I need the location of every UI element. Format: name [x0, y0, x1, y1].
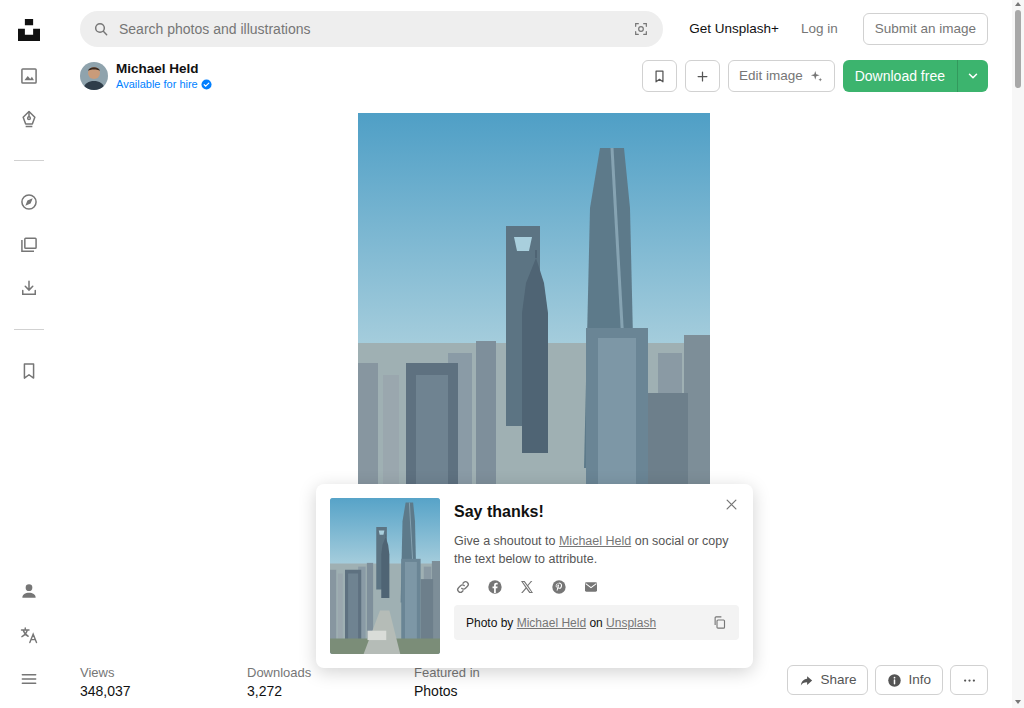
facebook-icon[interactable] — [487, 579, 503, 595]
author-name[interactable]: Michael Held — [116, 61, 212, 77]
stat-label: Views — [80, 665, 247, 681]
bookmark-icon[interactable] — [0, 349, 58, 392]
account-icon[interactable] — [0, 569, 58, 613]
info-label[interactable]: Info — [908, 670, 931, 690]
download-button[interactable]: Download free — [843, 60, 988, 92]
stat-item: Views348,037 — [80, 665, 247, 701]
photo-actions: Edit image Download free — [642, 60, 988, 92]
pinterest-icon[interactable] — [551, 579, 567, 595]
copy-icon[interactable] — [712, 615, 727, 630]
social-share-row — [454, 579, 739, 595]
attribution-box: Photo by Michael Held on Unsplash — [454, 605, 739, 640]
download-label[interactable]: Download free — [843, 60, 957, 92]
author-link[interactable]: Michael Held — [559, 534, 631, 548]
bookmark-icon — [652, 69, 667, 84]
email-icon[interactable] — [583, 579, 599, 595]
download-options-button[interactable] — [957, 60, 988, 92]
downloads-icon[interactable] — [0, 266, 58, 309]
share-label[interactable]: Share — [820, 670, 856, 690]
share-button[interactable]: Share — [787, 665, 868, 695]
visual-search-icon[interactable] — [633, 21, 649, 37]
x-icon[interactable] — [519, 579, 535, 595]
bookmark-button[interactable] — [642, 60, 677, 92]
sidebar — [0, 0, 58, 708]
author-avatar[interactable] — [80, 62, 108, 90]
stat-item: Featured inPhotos — [414, 665, 581, 701]
hire-status[interactable]: Available for hire — [116, 77, 212, 91]
info-button[interactable]: Info — [875, 665, 943, 695]
scroll-down-icon[interactable] — [1014, 699, 1022, 705]
thanks-text: Give a shoutout to Michael Held on socia… — [454, 532, 739, 568]
attribution-text: Photo by Michael Held on Unsplash — [466, 614, 712, 632]
footer-actions: Share Info — [787, 665, 988, 695]
sparkle-icon — [809, 69, 824, 84]
stat-value: 348,037 — [80, 681, 247, 701]
edit-image-label[interactable]: Edit image — [739, 66, 803, 86]
top-bar: Get Unsplash+ Log in Submit an image — [80, 0, 988, 58]
close-icon — [724, 497, 739, 512]
more-button[interactable] — [950, 665, 988, 695]
collections-icon[interactable] — [0, 223, 58, 266]
login-link[interactable]: Log in — [801, 19, 838, 39]
thanks-title: Say thanks! — [454, 502, 739, 522]
explore-icon[interactable] — [0, 180, 58, 223]
info-icon — [887, 673, 902, 688]
search-bar[interactable] — [80, 11, 663, 47]
link-icon[interactable] — [455, 579, 471, 595]
attribution-middle: on — [586, 616, 606, 630]
stats-list: Views348,037Downloads3,272Featured inPho… — [80, 665, 581, 701]
scrollbar[interactable] — [1012, 0, 1024, 708]
stat-value[interactable]: Photos — [414, 681, 581, 701]
edit-image-button[interactable]: Edit image — [728, 60, 835, 92]
author-info: Michael Held Available for hire — [116, 61, 212, 91]
search-icon[interactable] — [93, 21, 109, 37]
chevron-down-icon — [966, 69, 980, 83]
thanks-popup: Say thanks! Give a shoutout to Michael H… — [316, 484, 753, 668]
submit-image-button[interactable]: Submit an image — [863, 13, 988, 45]
add-to-collection-button[interactable] — [685, 60, 720, 92]
close-button[interactable] — [721, 494, 741, 514]
author-row: Michael Held Available for hire Edit ima… — [80, 58, 988, 94]
scroll-up-icon[interactable] — [1014, 1, 1022, 7]
stat-item: Downloads3,272 — [247, 665, 414, 701]
logo-icon[interactable] — [0, 0, 58, 54]
get-plus-link[interactable]: Get Unsplash+ — [689, 19, 779, 39]
menu-icon[interactable] — [0, 657, 58, 701]
thanks-content: Say thanks! Give a shoutout to Michael H… — [454, 498, 739, 654]
illustrations-icon[interactable] — [0, 97, 58, 140]
sidebar-divider — [0, 309, 58, 349]
plus-icon — [695, 69, 710, 84]
more-icon — [962, 673, 977, 688]
verified-icon — [201, 79, 212, 90]
attribution-prefix: Photo by — [466, 616, 517, 630]
hire-label[interactable]: Available for hire — [116, 77, 198, 91]
photos-icon[interactable] — [0, 54, 58, 97]
share-icon — [799, 673, 814, 688]
language-icon[interactable] — [0, 613, 58, 657]
sidebar-divider — [0, 140, 58, 180]
attribution-author-link[interactable]: Michael Held — [517, 616, 586, 630]
attribution-site-link[interactable]: Unsplash — [606, 616, 656, 630]
stat-value: 3,272 — [247, 681, 414, 701]
thanks-text-start: Give a shoutout to — [454, 534, 559, 548]
search-input[interactable] — [117, 18, 625, 41]
scroll-thumb[interactable] — [1015, 10, 1021, 88]
photo-thumbnail — [330, 498, 440, 654]
